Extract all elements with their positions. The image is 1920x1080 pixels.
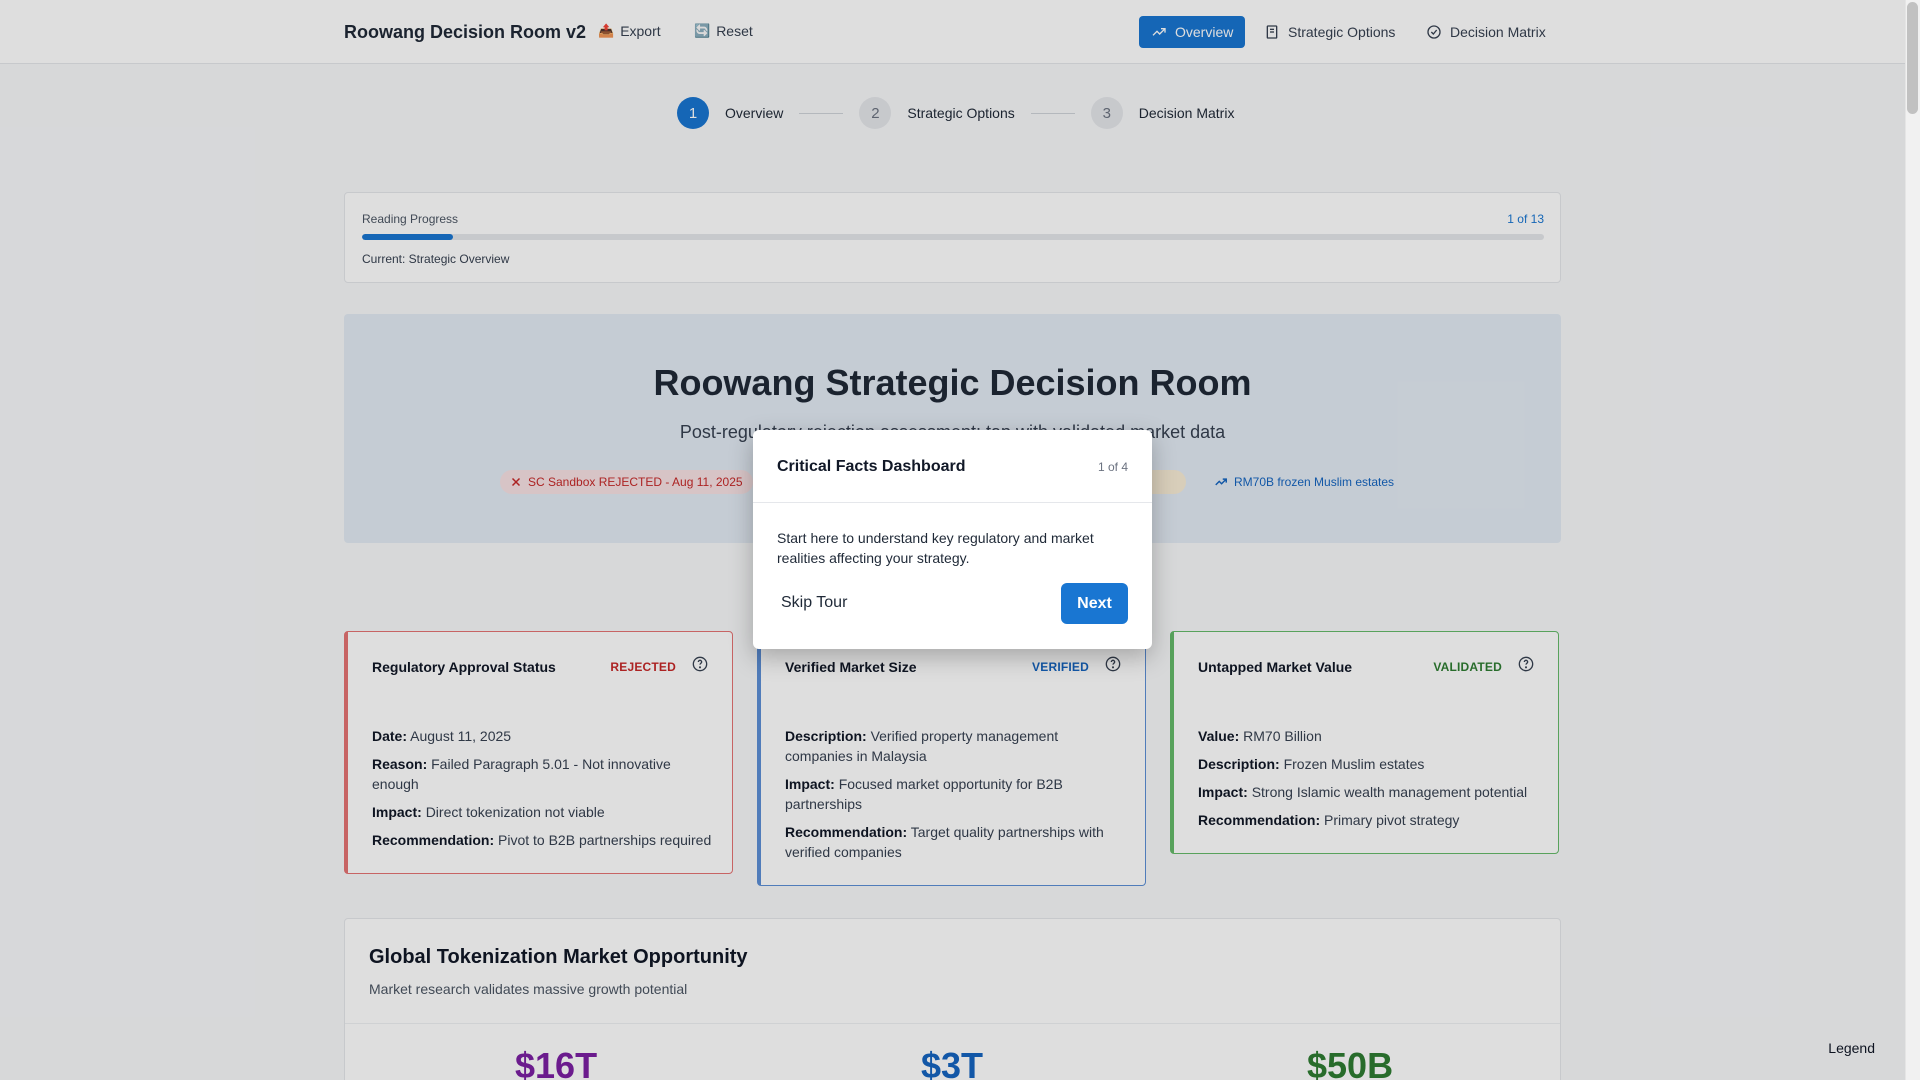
tour-dialog-body: Start here to understand key regulatory … xyxy=(777,530,1094,566)
tour-dialog-header: Critical Facts Dashboard 1 of 4 xyxy=(753,430,1152,503)
tour-dialog: Critical Facts Dashboard 1 of 4 Start he… xyxy=(753,430,1152,649)
tour-step-count: 1 of 4 xyxy=(1097,460,1128,474)
tour-dialog-title: Critical Facts Dashboard xyxy=(777,458,966,475)
skip-tour-button[interactable]: Skip Tour xyxy=(769,583,859,623)
next-button[interactable]: Next xyxy=(1061,583,1128,624)
page-scrollbar[interactable] xyxy=(1905,0,1920,1080)
scrollbar-thumb[interactable] xyxy=(1907,2,1918,114)
